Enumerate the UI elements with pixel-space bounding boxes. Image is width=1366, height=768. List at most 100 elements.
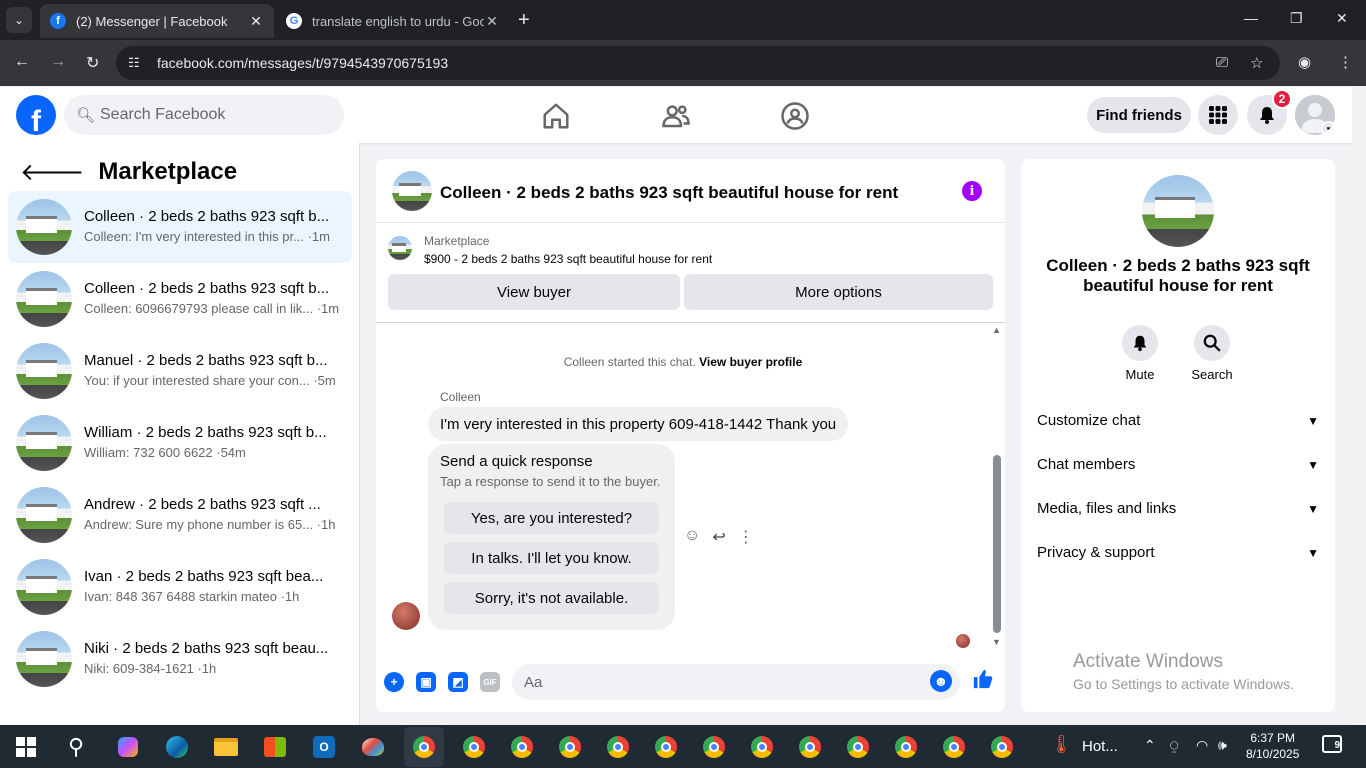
taskbar-clock[interactable]: 6:37 PM 8/10/2025 bbox=[1246, 730, 1299, 762]
tray-overflow-icon[interactable]: ⌃ bbox=[1144, 737, 1156, 754]
file-explorer-icon[interactable] bbox=[212, 733, 240, 761]
restore-icon[interactable]: ❐ bbox=[1290, 10, 1303, 27]
site-info-icon[interactable]: ☷ bbox=[128, 55, 140, 71]
edge-icon[interactable] bbox=[163, 733, 191, 761]
message-bubble[interactable]: I'm very interested in this property 609… bbox=[428, 407, 849, 441]
close-tab-icon[interactable]: ✕ bbox=[484, 13, 500, 30]
chrome-profile-icon[interactable] bbox=[508, 733, 536, 761]
omnibox[interactable]: ☷ facebook.com/messages/t/97945439706751… bbox=[116, 46, 1280, 80]
page-scrollbar[interactable] bbox=[1352, 87, 1366, 725]
device-icon[interactable]: ⍜ bbox=[1170, 737, 1178, 754]
facebook-logo-icon[interactable]: f bbox=[16, 95, 56, 135]
notification-center[interactable]: 9 bbox=[1322, 735, 1342, 753]
scroll-up-icon[interactable]: ▲ bbox=[992, 325, 1001, 335]
browser-menu-icon[interactable]: ⋮ bbox=[1338, 53, 1353, 71]
mute-action[interactable]: Mute bbox=[1110, 325, 1170, 382]
chrome-profile-icon[interactable] bbox=[604, 733, 632, 761]
tab-google[interactable]: G translate english to urdu - Goo ✕ bbox=[276, 4, 510, 38]
thermometer-icon[interactable]: 🌡︎ bbox=[1050, 734, 1073, 755]
media-files-links-section[interactable]: Media, files and links ▼ bbox=[1037, 500, 1319, 524]
home-icon[interactable] bbox=[541, 101, 571, 131]
close-tab-icon[interactable]: ✕ bbox=[248, 13, 264, 30]
reply-icon[interactable]: ↩ bbox=[712, 527, 725, 547]
listing-title[interactable]: $900 - 2 beds 2 baths 923 sqft beautiful… bbox=[424, 252, 712, 266]
chat-title[interactable]: Colleen · 2 beds 2 baths 923 sqft beauti… bbox=[440, 183, 898, 203]
quick-response-button[interactable]: Sorry, it's not available. bbox=[444, 582, 659, 614]
conversation-item[interactable]: Andrew · 2 beds 2 baths 923 sqft ... Andr… bbox=[8, 479, 352, 551]
privacy-support-section[interactable]: Privacy & support ▼ bbox=[1037, 544, 1319, 568]
menu-grid-button[interactable] bbox=[1198, 95, 1238, 135]
scroll-thumb[interactable] bbox=[993, 455, 1001, 633]
reload-icon[interactable]: ↻ bbox=[86, 53, 99, 73]
windows-start-icon[interactable] bbox=[12, 733, 40, 761]
microsoft-store-icon[interactable] bbox=[261, 733, 289, 761]
chrome-profile-icon[interactable] bbox=[748, 733, 776, 761]
chat-scrollbar[interactable]: ▲ ▼ bbox=[990, 323, 1005, 653]
new-tab-button[interactable]: + bbox=[518, 9, 530, 32]
weather-text[interactable]: Hot... bbox=[1082, 738, 1118, 755]
close-window-icon[interactable]: ✕ bbox=[1336, 10, 1348, 27]
install-app-icon[interactable]: ⎚ bbox=[1216, 54, 1228, 71]
sticker-icon[interactable]: ◩ bbox=[448, 672, 468, 692]
thumbs-up-icon[interactable] bbox=[972, 668, 994, 696]
chrome-profile-icon[interactable] bbox=[556, 733, 584, 761]
chrome-profile-icon[interactable] bbox=[796, 733, 824, 761]
conversation-item[interactable]: Colleen · 2 beds 2 baths 923 sqft b... Co… bbox=[8, 191, 352, 263]
search-action[interactable]: Search bbox=[1182, 325, 1242, 382]
copilot-icon[interactable] bbox=[114, 733, 142, 761]
outlook-icon[interactable]: O bbox=[310, 733, 338, 761]
groups-icon[interactable] bbox=[780, 101, 810, 131]
chrome-profile-icon[interactable] bbox=[988, 733, 1016, 761]
profile-icon[interactable]: ◉ bbox=[1298, 53, 1311, 71]
paint-icon[interactable] bbox=[359, 733, 387, 761]
search-magnifier-icon[interactable] bbox=[1194, 325, 1230, 361]
chrome-profile-icon[interactable] bbox=[892, 733, 920, 761]
listing-thumbnail[interactable] bbox=[388, 236, 412, 260]
view-buyer-profile-link[interactable]: View buyer profile bbox=[699, 355, 802, 369]
customize-chat-section[interactable]: Customize chat ▼ bbox=[1037, 412, 1319, 436]
emoji-icon[interactable]: ☻ bbox=[930, 670, 952, 692]
find-friends-button[interactable]: Find friends bbox=[1087, 97, 1191, 133]
quick-response-button[interactable]: Yes, are you interested? bbox=[444, 502, 659, 534]
url-text[interactable]: facebook.com/messages/t/9794543970675193 bbox=[157, 55, 448, 71]
forward-icon[interactable]: → bbox=[50, 53, 66, 71]
minimize-icon[interactable]: — bbox=[1244, 10, 1258, 26]
quick-response-button[interactable]: In talks. I'll let you know. bbox=[444, 542, 659, 574]
conversation-item[interactable]: Colleen · 2 beds 2 baths 923 sqft b... Co… bbox=[8, 263, 352, 335]
gif-icon[interactable]: GIF bbox=[480, 672, 500, 692]
conversation-item[interactable]: Ivan · 2 beds 2 baths 923 sqft bea... Iva… bbox=[8, 551, 352, 623]
tab-messenger[interactable]: f (2) Messenger | Facebook ✕ bbox=[40, 4, 274, 38]
chrome-taskbar-active[interactable] bbox=[404, 727, 444, 767]
back-icon[interactable]: ← bbox=[14, 53, 30, 71]
facebook-search-input[interactable]: 🔍︎ Search Facebook bbox=[64, 95, 344, 135]
sender-avatar[interactable] bbox=[392, 602, 420, 630]
friends-icon[interactable] bbox=[661, 101, 691, 131]
conversation-item[interactable]: William · 2 beds 2 baths 923 sqft b... Wi… bbox=[8, 407, 352, 479]
account-avatar[interactable]: ▼ bbox=[1295, 95, 1335, 135]
view-buyer-button[interactable]: View buyer bbox=[388, 274, 680, 310]
tab-search-dropdown[interactable]: ⌄ bbox=[6, 7, 32, 33]
scroll-down-icon[interactable]: ▼ bbox=[992, 637, 1001, 647]
message-input[interactable]: Aa ☻ bbox=[512, 664, 960, 700]
more-options-button[interactable]: More options bbox=[684, 274, 993, 310]
photo-icon[interactable]: ▣ bbox=[416, 672, 436, 692]
chrome-profile-icon[interactable] bbox=[844, 733, 872, 761]
back-arrow-icon[interactable]: 🡐 bbox=[20, 157, 84, 187]
chat-avatar[interactable] bbox=[392, 171, 432, 211]
conversation-item[interactable]: Manuel · 2 beds 2 baths 923 sqft b... You… bbox=[8, 335, 352, 407]
chat-members-section[interactable]: Chat members ▼ bbox=[1037, 456, 1319, 480]
more-vertical-icon[interactable]: ⋮ bbox=[738, 527, 754, 547]
volume-icon[interactable]: 🕪︎ bbox=[1218, 737, 1227, 754]
chrome-profile-icon[interactable] bbox=[940, 733, 968, 761]
mute-bell-icon[interactable] bbox=[1122, 325, 1158, 361]
conversation-item[interactable]: Niki · 2 beds 2 baths 923 sqft beau... Ni… bbox=[8, 623, 352, 695]
plus-icon[interactable]: + bbox=[384, 672, 404, 692]
info-icon[interactable]: i bbox=[962, 181, 982, 201]
chrome-profile-icon[interactable] bbox=[652, 733, 680, 761]
bookmark-star-icon[interactable]: ☆ bbox=[1250, 54, 1263, 72]
chrome-profile-icon[interactable] bbox=[460, 733, 488, 761]
details-avatar[interactable] bbox=[1142, 175, 1214, 247]
taskbar-search-icon[interactable]: ⚲ bbox=[62, 733, 90, 761]
react-smiley-icon[interactable]: ☺ bbox=[684, 527, 700, 547]
wifi-icon[interactable]: ◠ bbox=[1196, 737, 1208, 754]
